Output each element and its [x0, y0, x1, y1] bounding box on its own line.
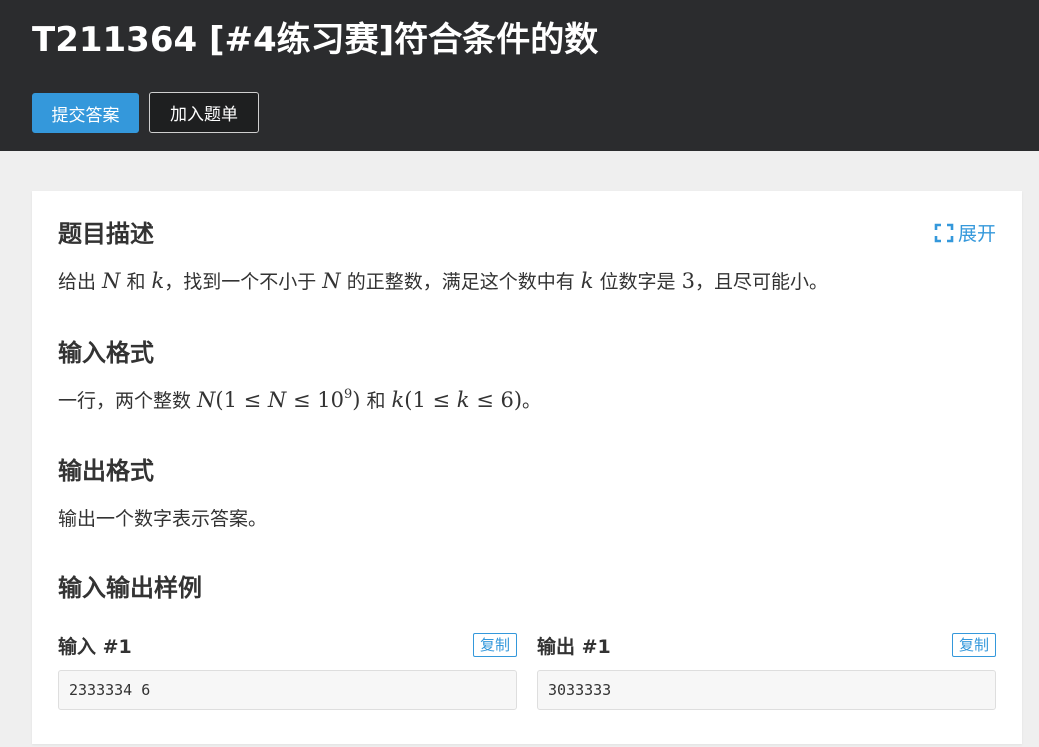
description-title: 题目描述: [58, 220, 154, 248]
expand-button[interactable]: 展开: [934, 219, 996, 246]
copy-input-button[interactable]: 复制: [472, 633, 517, 657]
problem-header: T211364 [#4练习赛]符合条件的数 提交答案 加入题单: [0, 0, 1039, 151]
page-title: T211364 [#4练习赛]符合条件的数: [32, 20, 599, 60]
sample-input-label: 输入 #1: [58, 635, 132, 658]
sample-output-header: 输出 #1 复制: [537, 632, 996, 658]
input-format-text: 一行，两个整数 N(1 ≤ N ≤ 109) 和 k(1 ≤ k ≤ 6)。: [58, 387, 542, 412]
problem-card: 展开 题目描述 给出 N 和 k，找到一个不小于 N 的正整数，满足这个数中有 …: [32, 191, 1022, 744]
sample-output-label: 输出 #1: [537, 635, 611, 658]
sample-output-value[interactable]: 3033333: [537, 670, 996, 710]
description-text: 给出 N 和 k，找到一个不小于 N 的正整数，满足这个数中有 k 位数字是 3…: [58, 269, 828, 293]
expand-label: 展开: [957, 223, 996, 245]
sample-input-block: 输入 #1 复制 2333334 6: [58, 632, 517, 710]
submit-answer-button[interactable]: 提交答案: [32, 93, 139, 133]
input-format-title: 输入格式: [58, 339, 154, 367]
sample-output-block: 输出 #1 复制 3033333: [537, 632, 996, 710]
sample-input-value[interactable]: 2333334 6: [58, 670, 517, 710]
header-actions: 提交答案 加入题单: [32, 92, 259, 133]
output-format-text: 输出一个数字表示答案。: [58, 508, 268, 530]
copy-output-button[interactable]: 复制: [951, 633, 996, 657]
output-format-title: 输出格式: [58, 457, 154, 485]
sample-input-header: 输入 #1 复制: [58, 632, 517, 658]
add-to-list-button[interactable]: 加入题单: [149, 92, 259, 133]
samples-title: 输入输出样例: [58, 574, 202, 602]
fullscreen-icon: [934, 223, 954, 242]
